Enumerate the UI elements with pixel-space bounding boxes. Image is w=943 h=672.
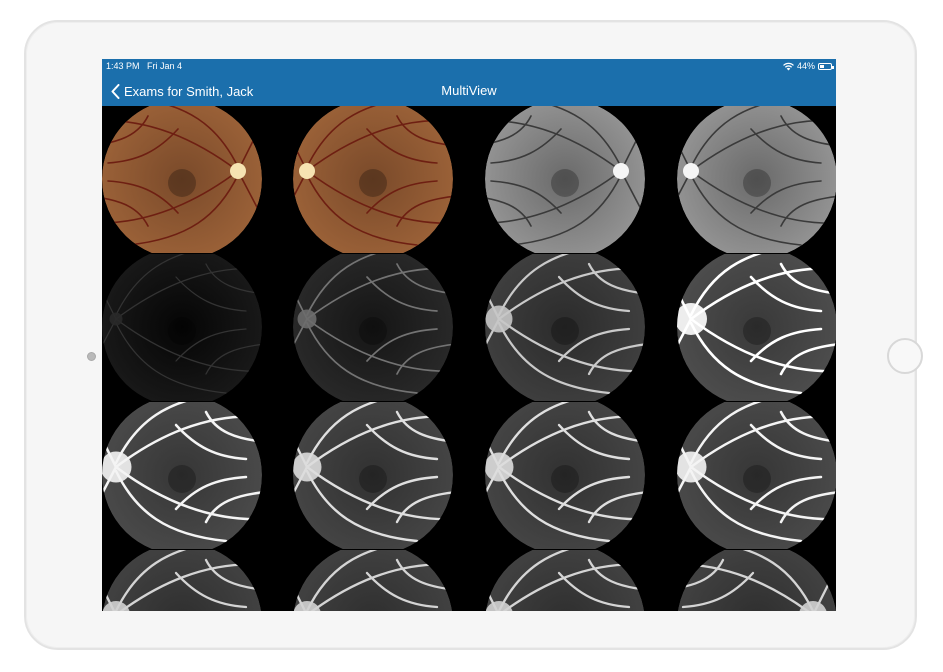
screen: 1:43 PM Fri Jan 4 44% Exams for Smith, J…	[102, 59, 836, 611]
thumbnail-fa-frame-3[interactable]	[485, 254, 668, 401]
thumbnail-fa-frame-4[interactable]	[677, 254, 836, 401]
thumbnail-fa-frame-10[interactable]	[293, 550, 476, 611]
page-title: MultiView	[441, 83, 497, 98]
retina-image	[293, 254, 453, 401]
thumbnail-fa-frame-8[interactable]	[677, 402, 836, 549]
retina-image	[102, 254, 262, 401]
retina-image	[677, 106, 836, 253]
thumbnail-fa-frame-9[interactable]	[102, 550, 285, 611]
thumbnail-fundus-redfree-left[interactable]	[485, 106, 668, 253]
thumbnail-fa-frame-11[interactable]	[485, 550, 668, 611]
battery-tip	[832, 65, 834, 69]
thumbnail-fa-frame-7[interactable]	[485, 402, 668, 549]
thumbnail-fa-frame-12[interactable]	[677, 550, 836, 611]
battery-icon	[818, 62, 834, 70]
status-indicators: 44%	[783, 61, 834, 71]
retina-image	[293, 550, 453, 611]
thumbnail-fundus-color-left[interactable]	[102, 106, 285, 253]
home-button[interactable]	[887, 338, 923, 374]
status-time: 1:43 PM Fri Jan 4	[106, 61, 183, 71]
retina-image	[485, 402, 645, 549]
wifi-icon	[783, 62, 794, 70]
retina-image	[102, 106, 262, 253]
retina-image	[102, 550, 262, 611]
retina-image	[677, 402, 836, 549]
retina-image	[485, 550, 645, 611]
retina-image	[293, 402, 453, 549]
thumbnail-fa-frame-5[interactable]	[102, 402, 285, 549]
battery-percent: 44%	[796, 61, 815, 71]
retina-image	[485, 254, 645, 401]
thumbnail-fa-frame-6[interactable]	[293, 402, 476, 549]
navigation-bar: 1:43 PM Fri Jan 4 44% Exams for Smith, J…	[102, 59, 836, 106]
retina-image	[102, 402, 262, 549]
thumbnail-fa-frame-2[interactable]	[293, 254, 476, 401]
image-grid	[102, 106, 836, 611]
battery-fill	[820, 64, 825, 68]
retina-image	[485, 106, 645, 253]
retina-image	[293, 106, 453, 253]
thumbnail-fundus-color-right[interactable]	[293, 106, 476, 253]
thumbnail-fa-frame-1[interactable]	[102, 254, 285, 401]
camera-icon	[87, 352, 96, 361]
thumbnail-fundus-redfree-right[interactable]	[677, 106, 836, 253]
retina-image	[677, 550, 836, 611]
retina-image	[677, 254, 836, 401]
